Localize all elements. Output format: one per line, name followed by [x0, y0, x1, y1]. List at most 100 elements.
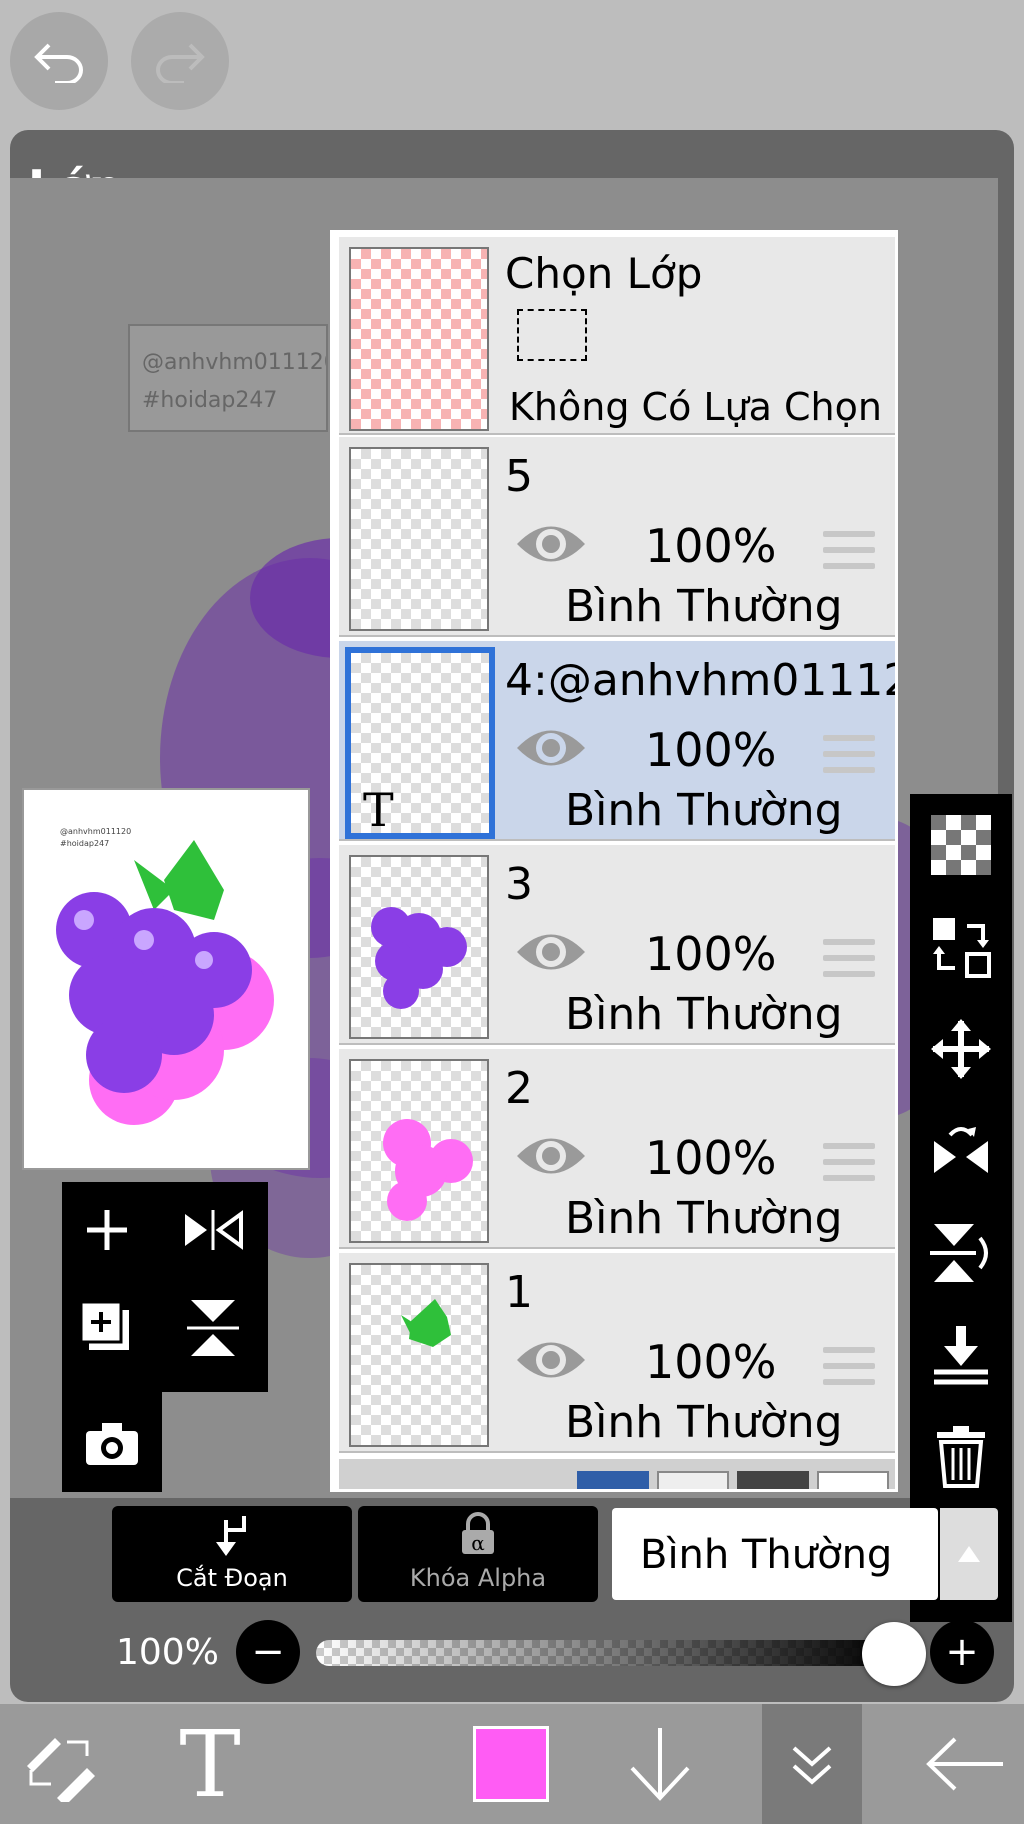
alpha-lock-button[interactable]: α Khóa Alpha	[358, 1506, 598, 1602]
undo-button[interactable]	[10, 12, 108, 110]
blend-mode-select[interactable]: Bình Thường	[612, 1508, 938, 1600]
opacity-slider[interactable]	[316, 1640, 894, 1666]
opacity-decrease-button[interactable]: −	[236, 1620, 300, 1684]
merge-down-button[interactable]	[930, 1324, 992, 1386]
flip-vertical-icon	[930, 1224, 988, 1282]
eye-icon[interactable]	[515, 1129, 587, 1183]
drag-handle-icon[interactable]	[823, 1347, 875, 1391]
layer-down-button[interactable]	[620, 1714, 700, 1814]
eye-icon[interactable]	[515, 721, 587, 775]
watermark-tag: #hoidap247	[142, 388, 278, 413]
opacity-increase-button[interactable]: +	[930, 1620, 994, 1684]
opacity-value: 100%	[116, 1632, 219, 1673]
layer-name: 3	[505, 859, 533, 910]
layer-opacity: 100%	[645, 1131, 777, 1185]
layer-name: 2	[505, 1063, 533, 1114]
layer-name: 1	[505, 1267, 533, 1318]
layer-panel-toggle-button[interactable]	[762, 1704, 862, 1824]
drag-handle-icon[interactable]	[823, 1143, 875, 1187]
swap-icon	[933, 918, 991, 978]
svg-text:α: α	[471, 1531, 485, 1555]
layer-thumbnail	[349, 1263, 489, 1447]
opacity-slider-knob[interactable]	[862, 1622, 926, 1686]
eye-icon[interactable]	[515, 1333, 587, 1387]
flip-horizontal-button[interactable]	[178, 1188, 248, 1272]
layer-blend-mode: Bình Thường	[565, 989, 843, 1040]
drag-handle-icon[interactable]	[823, 531, 875, 575]
trash-icon	[937, 1426, 985, 1488]
selection-marquee-icon	[517, 309, 587, 361]
layer-row-2[interactable]: 2 100% Bình Thường	[339, 1049, 895, 1249]
transparency-button[interactable]	[930, 814, 992, 876]
text-layer-icon: T	[363, 783, 394, 837]
text-tool-button[interactable]: T	[160, 1711, 260, 1818]
lock-icon: α	[462, 1512, 494, 1555]
layer-blend-mode: Bình Thường	[565, 1397, 843, 1448]
clipping-label: Cắt Đoạn	[176, 1564, 288, 1592]
add-layer-button[interactable]	[72, 1188, 142, 1272]
camera-button[interactable]	[72, 1404, 152, 1484]
current-color-swatch	[473, 1726, 549, 1802]
plus-icon: +	[945, 1629, 979, 1675]
layer-name: 5	[505, 451, 533, 502]
canvas-thumbnail[interactable]: @anhvhm011120 #hoidap247	[22, 788, 310, 1170]
brush-eraser-switch-button[interactable]	[14, 1714, 104, 1814]
brush-eraser-icon	[27, 1738, 95, 1802]
blend-mode-dropdown-button[interactable]	[940, 1508, 998, 1600]
layer-panel: Lớp @anhvhm011120 #hoidap247 @anhvhm0111…	[10, 130, 1014, 1702]
layer-name: 4:@anhvhm011120	[505, 655, 898, 706]
back-button[interactable]	[920, 1714, 1010, 1814]
selection-status: Không Có Lựa Chọn	[509, 385, 882, 429]
eye-icon[interactable]	[515, 925, 587, 979]
layer-opacity: 100%	[645, 723, 777, 777]
drag-handle-icon[interactable]	[823, 735, 875, 779]
layer-thumbnail: T	[345, 647, 495, 839]
duplicate-icon	[79, 1300, 129, 1350]
layer-opacity: 100%	[645, 1335, 777, 1389]
selection-layer[interactable]: Chọn Lớp Không Có Lựa Chọn	[339, 237, 895, 435]
layer-opacity: 100%	[645, 519, 777, 573]
flip-layer-vertical-button[interactable]	[930, 1222, 992, 1284]
delete-layer-button[interactable]	[930, 1426, 992, 1488]
flip-vertical-icon	[187, 1300, 239, 1356]
minus-icon: −	[251, 1629, 285, 1675]
duplicate-layer-button[interactable]	[72, 1286, 142, 1370]
layer-thumbnail	[349, 1059, 489, 1243]
flip-vertical-button[interactable]	[178, 1286, 248, 1370]
layer-list-footer	[339, 1459, 895, 1489]
chevron-double-down-icon	[792, 1746, 832, 1785]
layer-blend-mode: Bình Thường	[565, 1193, 843, 1244]
clipping-button[interactable]: Cắt Đoạn	[112, 1506, 352, 1602]
pink-shadow-thumbnail	[383, 1119, 473, 1221]
eye-icon[interactable]	[515, 517, 587, 571]
alpha-lock-label: Khóa Alpha	[409, 1564, 547, 1592]
camera-icon	[86, 1423, 138, 1465]
layer-thumbnail	[349, 855, 489, 1039]
grapes-drawing	[56, 840, 274, 1125]
undo-icon	[34, 43, 83, 83]
layer-list: Chọn Lớp Không Có Lựa Chọn 5 100% Bình T…	[330, 230, 898, 1492]
drag-handle-icon[interactable]	[823, 939, 875, 983]
bottom-toolbar: T	[0, 1704, 1024, 1824]
grapes-thumbnail	[371, 907, 467, 1009]
arrow-down-icon	[630, 1728, 690, 1801]
redo-icon	[156, 43, 205, 83]
move-layer-content-button[interactable]	[930, 916, 992, 978]
layer-row-4[interactable]: T 4:@anhvhm011120 100% Bình Thường	[339, 641, 895, 841]
layer-thumbnail	[349, 447, 489, 631]
plus-icon	[87, 1210, 127, 1250]
flip-layer-horizontal-button[interactable]	[930, 1120, 992, 1182]
flip-horizontal-icon	[934, 1127, 988, 1173]
redo-button[interactable]	[131, 12, 229, 110]
watermark-handle: @anhvhm011120	[142, 350, 328, 375]
layer-row-1[interactable]: 1 100% Bình Thường	[339, 1253, 895, 1453]
arrow-left-icon	[926, 1737, 1003, 1791]
leaf-thumbnail	[401, 1299, 451, 1347]
color-swatch-button[interactable]	[470, 1714, 552, 1814]
layer-blend-mode: Bình Thường	[565, 581, 843, 632]
layer-row-5[interactable]: 5 100% Bình Thường	[339, 437, 895, 637]
selection-layer-title: Chọn Lớp	[505, 249, 703, 298]
layer-row-3[interactable]: 3 100% Bình Thường	[339, 845, 895, 1045]
move-button[interactable]	[930, 1018, 992, 1080]
checkerboard-icon	[931, 815, 991, 875]
